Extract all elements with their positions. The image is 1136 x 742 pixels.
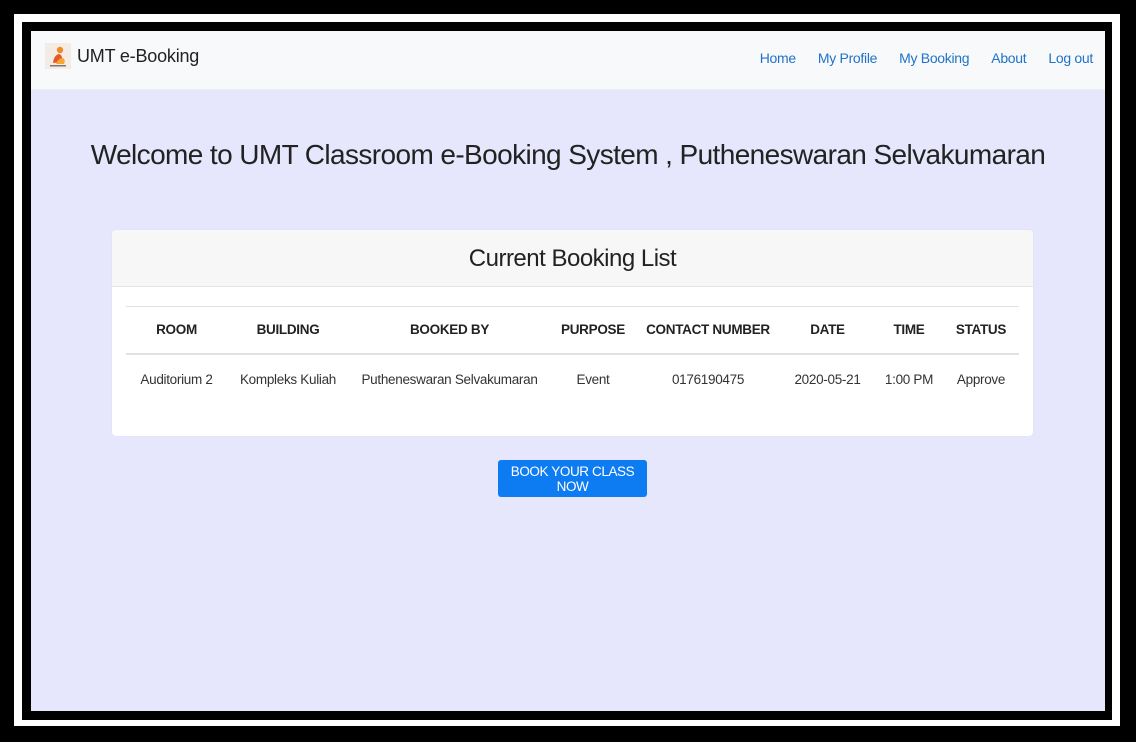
booking-table: ROOM BUILDING BOOKED BY PURPOSE CONTACT … bbox=[126, 306, 1019, 404]
cell-date: 2020-05-21 bbox=[794, 371, 861, 387]
cell-room: Auditorium 2 bbox=[140, 371, 213, 387]
cell-booked-by: Putheneswaran Selvakumaran bbox=[361, 371, 538, 387]
cell-status: Approve bbox=[956, 371, 1006, 387]
column-header-room: ROOM bbox=[156, 322, 197, 338]
column-header-contact-number: CONTACT NUMBER bbox=[646, 322, 770, 338]
cell-time: 1:00 PM bbox=[884, 371, 934, 387]
navbar: UMT e-Booking Home My Profile My Booking… bbox=[31, 31, 1105, 90]
column-header-purpose: PURPOSE bbox=[561, 322, 625, 338]
table-header-row: ROOM BUILDING BOOKED BY PURPOSE CONTACT … bbox=[126, 306, 1019, 354]
nav-links: Home My Profile My Booking About Log out bbox=[738, 50, 1094, 66]
nav-my-booking[interactable]: My Booking bbox=[899, 50, 969, 66]
book-class-button[interactable]: BOOK YOUR CLASS NOW bbox=[498, 460, 647, 497]
brand-name: UMT e-Booking bbox=[77, 45, 200, 66]
brand[interactable]: UMT e-Booking bbox=[45, 43, 199, 69]
nav-my-profile[interactable]: My Profile bbox=[818, 50, 878, 66]
nav-log-out[interactable]: Log out bbox=[1048, 50, 1093, 66]
column-header-building: BUILDING bbox=[256, 322, 320, 338]
cell-contact-number: 0176190475 bbox=[671, 371, 745, 387]
booking-list-title: Current Booking List bbox=[112, 230, 1033, 287]
column-header-booked-by: BOOKED BY bbox=[409, 322, 490, 338]
column-header-time: TIME bbox=[893, 322, 925, 338]
column-header-status: STATUS bbox=[955, 322, 1007, 338]
browser-viewport: UMT e-Booking Home My Profile My Booking… bbox=[31, 31, 1105, 711]
table-row: Auditorium 2 Kompleks Kuliah Putheneswar… bbox=[126, 354, 1019, 404]
nav-home[interactable]: Home bbox=[760, 50, 796, 66]
booking-table-wrapper: ROOM BUILDING BOOKED BY PURPOSE CONTACT … bbox=[126, 306, 1019, 404]
nav-about[interactable]: About bbox=[991, 50, 1026, 66]
welcome-heading: Welcome to UMT Classroom e-Booking Syste… bbox=[90, 139, 1046, 170]
column-header-date: DATE bbox=[810, 322, 845, 338]
cell-purpose: Event bbox=[576, 371, 610, 387]
booking-list-card: Current Booking List ROOM BUILDING BOOKE… bbox=[112, 230, 1033, 436]
cell-building: Kompleks Kuliah bbox=[239, 371, 337, 387]
umt-logo-icon bbox=[45, 43, 71, 69]
